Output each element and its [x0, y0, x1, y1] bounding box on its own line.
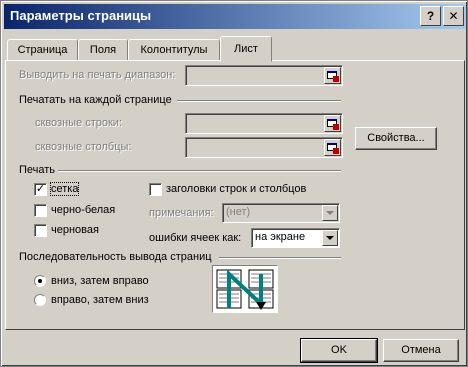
- tab-page[interactable]: Страница: [7, 39, 78, 61]
- black-white-label[interactable]: черно-белая: [51, 204, 115, 216]
- print-titles-divider: [177, 100, 341, 102]
- print-area-collapse-button[interactable]: [324, 67, 341, 84]
- help-button[interactable]: ?: [420, 6, 441, 26]
- checkmark-icon: ✓: [35, 183, 46, 195]
- print-area-field[interactable]: [185, 65, 343, 86]
- cols-collapse-button[interactable]: [324, 139, 341, 156]
- help-icon: ?: [426, 9, 435, 23]
- rows-collapse-button[interactable]: [324, 115, 341, 132]
- print-titles-heading: Печатать на каждой странице: [19, 94, 172, 106]
- over-then-down-radio[interactable]: [34, 294, 46, 306]
- properties-button[interactable]: Свойства...: [355, 127, 437, 150]
- close-button[interactable]: ✕: [443, 6, 464, 26]
- tab-sheet-label: Лист: [234, 43, 258, 55]
- row-col-headings-checkbox[interactable]: [149, 183, 162, 196]
- cell-errors-label: ошибки ячеек как:: [149, 232, 242, 244]
- comments-select[interactable]: (нет): [222, 203, 340, 223]
- over-then-down-label[interactable]: вправо, затем вниз: [51, 294, 149, 306]
- down-then-over-label[interactable]: вниз, затем вправо: [51, 275, 149, 287]
- page-order-divider: [219, 257, 341, 259]
- tab-header-footer-label: Колонтитулы: [140, 44, 208, 56]
- comments-label: примечания:: [149, 207, 214, 219]
- close-icon: ✕: [448, 9, 459, 23]
- print-area-label: Выводить на печать диапазон:: [19, 69, 176, 81]
- draft-label[interactable]: черновая: [51, 224, 99, 236]
- down-then-over-radio[interactable]: [34, 275, 46, 287]
- cell-errors-value: на экране: [255, 231, 306, 243]
- rows-to-repeat-field[interactable]: [185, 113, 343, 134]
- ok-button[interactable]: OK: [300, 338, 378, 363]
- rows-to-repeat-label: сквозные строки:: [35, 117, 123, 129]
- page-order-diagram-icon: [216, 269, 274, 310]
- page-setup-dialog: Параметры страницы ? ✕ Страница Поля Кол…: [0, 0, 468, 367]
- print-divider: [58, 170, 341, 172]
- cancel-button[interactable]: Отмена: [383, 339, 459, 362]
- print-heading: Печать: [19, 164, 56, 176]
- title-bar: Параметры страницы: [4, 4, 466, 29]
- gridlines-label[interactable]: сетка: [49, 182, 80, 196]
- draft-checkbox[interactable]: [34, 224, 47, 237]
- tab-margins[interactable]: Поля: [78, 39, 128, 61]
- comments-value: (нет): [226, 206, 251, 218]
- tab-margins-label: Поля: [89, 44, 117, 56]
- chevron-down-icon[interactable]: [322, 230, 338, 246]
- tab-page-label: Страница: [17, 44, 68, 56]
- page-order-heading: Последовательность вывода страниц: [19, 251, 212, 263]
- row-col-headings-label[interactable]: заголовки строк и столбцов: [166, 183, 306, 195]
- dialog-title: Параметры страницы: [10, 8, 152, 23]
- tab-header-footer[interactable]: Колонтитулы: [128, 39, 220, 61]
- page-order-preview: [212, 265, 278, 313]
- black-white-checkbox[interactable]: [34, 204, 47, 217]
- cell-errors-select[interactable]: на экране: [251, 228, 340, 248]
- cols-to-repeat-field[interactable]: [185, 137, 343, 158]
- chevron-down-icon[interactable]: [322, 205, 338, 221]
- cols-to-repeat-label: сквозные столбцы:: [35, 141, 132, 153]
- gridlines-checkbox[interactable]: ✓: [34, 183, 47, 196]
- tab-sheet[interactable]: Лист: [220, 36, 272, 62]
